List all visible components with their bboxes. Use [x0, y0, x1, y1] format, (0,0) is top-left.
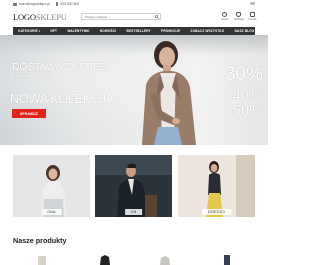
- header-icons: Konto Ulubione Koszyk: [220, 12, 257, 21]
- product-thumbnail[interactable]: [34, 254, 50, 265]
- nav-label: NASZ BLOG: [234, 29, 255, 33]
- hero-subline: KOD: ZA FREE: [12, 73, 51, 79]
- hero-cta-button[interactable]: SPRAWDŹ: [12, 109, 46, 118]
- email-contact[interactable]: biuro@logosklepu.pl: [13, 2, 50, 6]
- discount-40: 40%: [232, 87, 261, 103]
- search-bar: [81, 13, 161, 20]
- nav-label: KATEGORIE: [18, 29, 38, 33]
- nav-item-promocje[interactable]: PROMOCJE: [156, 29, 185, 33]
- hero-headline: DOSTAWA ZA FREE: [12, 61, 107, 73]
- phone-icon: [55, 2, 59, 6]
- search-input[interactable]: [82, 13, 154, 20]
- nav-label: BESTSELLERY: [126, 29, 151, 33]
- nav-item-zobacz-wszystko[interactable]: ZOBACZ WSZYSTKO: [185, 29, 229, 33]
- nav-label: NFT: [50, 29, 58, 33]
- hero-banner[interactable]: DOSTAWA ZA FREE KOD: ZA FREE NOWA KOLEKC…: [0, 35, 268, 145]
- mail-icon: [13, 2, 17, 6]
- nav-label: PROMOCJE: [161, 29, 181, 33]
- chevron-down-icon: ▾: [38, 29, 41, 33]
- discount-30: 30%: [224, 64, 263, 85]
- logo-part1: LOGO: [13, 12, 36, 22]
- nav-label: WALENTYNKI: [67, 29, 90, 33]
- wishlist-label: Ulubione: [234, 18, 244, 21]
- products-section-title: Nasze produkty: [13, 236, 67, 245]
- nav-item-walentynki[interactable]: WALENTYNKI: [62, 29, 94, 33]
- product-thumbnail[interactable]: [157, 254, 173, 265]
- category-label: DZIECKO: [201, 209, 232, 215]
- product-thumbnail[interactable]: [97, 254, 113, 265]
- category-ona-image: [13, 155, 90, 217]
- hero-model-image: [142, 41, 196, 145]
- category-card-dziecko[interactable]: DZIECKO: [178, 155, 255, 217]
- heart-icon: [236, 12, 241, 17]
- category-label: ON: [124, 209, 143, 215]
- nav-label: ZOBACZ WSZYSTKO: [190, 29, 225, 33]
- cart-icon: [250, 12, 255, 17]
- search-icon[interactable]: [153, 14, 160, 20]
- account-link[interactable]: Konto: [220, 12, 229, 21]
- cart-link[interactable]: Koszyk: [248, 12, 257, 21]
- category-on-image: [95, 155, 172, 217]
- phone-contact[interactable]: 500 500 500: [55, 2, 79, 6]
- nav-item-nowosci[interactable]: NOWOŚCI: [95, 29, 122, 33]
- header: LOGOSKLEPU Konto Ulubione Koszyk: [0, 8, 268, 26]
- language-flag-icon[interactable]: [250, 2, 255, 6]
- nav-item-bestsellery[interactable]: BESTSELLERY: [121, 29, 156, 33]
- email-text[interactable]: biuro@logosklepu.pl: [19, 2, 50, 6]
- nav-item-nft[interactable]: NFT: [45, 29, 62, 33]
- top-bar: biuro@logosklepu.pl 500 500 500: [0, 0, 268, 8]
- wishlist-link[interactable]: Ulubione: [234, 12, 244, 21]
- user-icon: [222, 12, 227, 17]
- account-label: Konto: [221, 18, 228, 21]
- cart-label: Koszyk: [248, 18, 257, 21]
- category-card-on[interactable]: ON: [95, 155, 172, 217]
- discount-50: -50%: [228, 103, 262, 119]
- phone-text[interactable]: 500 500 500: [60, 2, 79, 6]
- logo[interactable]: LOGOSKLEPU: [13, 12, 67, 22]
- nav-label: NOWOŚCI: [99, 29, 117, 33]
- category-label: ONA: [41, 209, 62, 215]
- logo-part2: SKLEPU: [35, 12, 67, 22]
- hero-collection: NOWA KOLEKCJA: [10, 92, 114, 106]
- nav-item-nasz-blog[interactable]: NASZ BLOG: [229, 29, 259, 33]
- category-dziecko-image: [178, 155, 255, 217]
- product-thumbnail[interactable]: [219, 254, 235, 265]
- category-card-ona[interactable]: ONA: [13, 155, 90, 217]
- nav-item-kategorie[interactable]: KATEGORIE ▾: [13, 29, 45, 33]
- main-nav: KATEGORIE ▾ NFT WALENTYNKI NOWOŚCI BESTSE…: [13, 27, 255, 35]
